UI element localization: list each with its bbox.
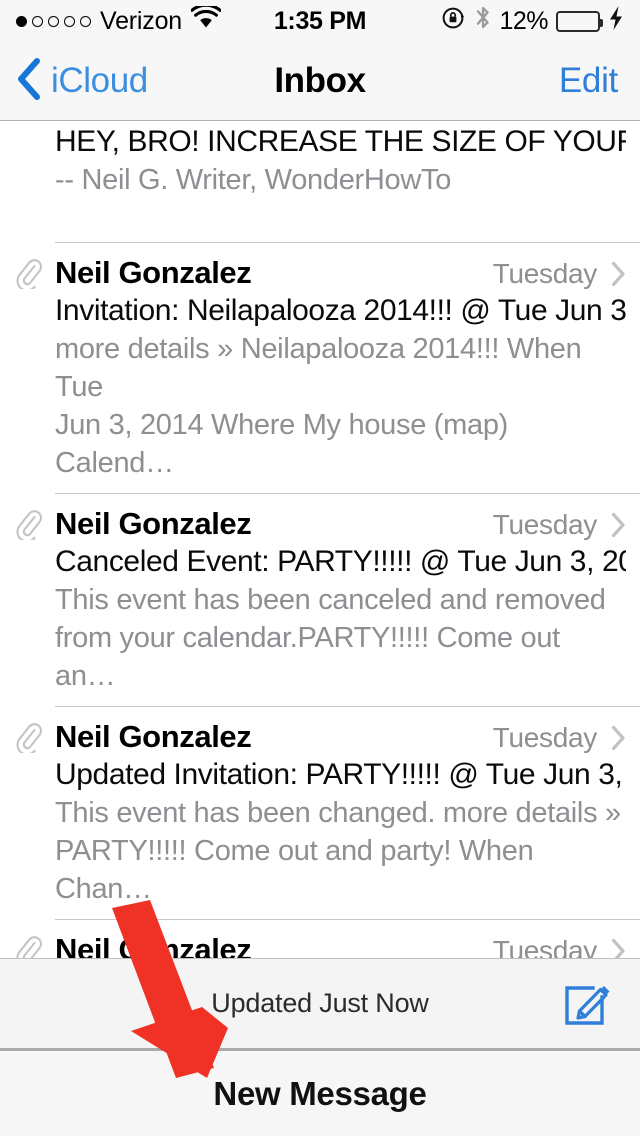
list-item[interactable]: HEY, BRO! INCREASE THE SIZE OF YOUR... -… bbox=[0, 121, 640, 243]
back-button-label: iCloud bbox=[51, 61, 148, 100]
chevron-right-icon[interactable] bbox=[611, 725, 626, 751]
bluetooth-icon bbox=[475, 4, 491, 38]
compose-icon bbox=[562, 985, 614, 1034]
mail-preview: This event has been changed. more detail… bbox=[55, 797, 621, 905]
clock-label: 1:35 PM bbox=[273, 6, 367, 35]
caption-bar: New Message bbox=[0, 1048, 640, 1136]
back-button-icloud[interactable]: iCloud bbox=[0, 57, 559, 106]
update-status-label: Updated Just Now bbox=[211, 988, 429, 1018]
iphone-screen: Verizon 1:35 PM 12% iCloud Inbox Edit HE… bbox=[0, 0, 640, 1136]
chevron-left-icon bbox=[16, 57, 42, 106]
mail-subject: Invitation: Neilapalooza 2014!!! @ Tue J… bbox=[55, 294, 626, 327]
row-header: Neil Gonzalez Tuesday bbox=[14, 494, 626, 542]
row-meta: Tuesday bbox=[493, 509, 626, 541]
battery-percent-label: 12% bbox=[499, 6, 549, 35]
row-meta: Tuesday bbox=[493, 722, 626, 754]
compose-button[interactable] bbox=[562, 978, 614, 1030]
row-meta: Tuesday bbox=[493, 258, 626, 290]
mail-date: Tuesday bbox=[492, 509, 598, 540]
paperclip-icon bbox=[16, 723, 42, 756]
mail-sender: Neil Gonzalez bbox=[55, 719, 252, 754]
paperclip-icon bbox=[16, 259, 42, 292]
mail-list[interactable]: HEY, BRO! INCREASE THE SIZE OF YOUR... -… bbox=[0, 121, 640, 958]
charging-bolt-icon bbox=[608, 5, 624, 38]
row-header: Neil Gonzalez Tuesday bbox=[14, 920, 626, 958]
chevron-right-icon[interactable] bbox=[611, 512, 626, 538]
status-bar-center: 1:35 PM bbox=[273, 6, 367, 36]
row-meta: Tuesday bbox=[493, 935, 626, 958]
list-item[interactable]: Neil Gonzalez Tuesday Canceled Event: PA… bbox=[0, 494, 640, 707]
mail-date: Tuesday bbox=[492, 722, 598, 753]
battery-icon bbox=[556, 10, 604, 32]
edit-button[interactable]: Edit bbox=[559, 61, 640, 101]
list-item[interactable]: Neil Gonzalez Tuesday Invitation: Neilap… bbox=[0, 243, 640, 494]
status-bar-left: Verizon bbox=[16, 3, 274, 36]
row-header: Neil Gonzalez Tuesday bbox=[14, 243, 626, 291]
mail-preview: -- Neil G. Writer, WonderHowTo bbox=[55, 164, 452, 196]
mail-date: Tuesday bbox=[492, 258, 598, 289]
mail-subject: HEY, BRO! INCREASE THE SIZE OF YOUR... bbox=[55, 125, 626, 158]
row-header: Neil Gonzalez Tuesday bbox=[14, 707, 626, 755]
signal-strength-icon bbox=[16, 15, 91, 27]
mail-sender: Neil Gonzalez bbox=[55, 932, 252, 958]
status-bar-right: 12% bbox=[366, 4, 624, 38]
carrier-label: Verizon bbox=[100, 6, 182, 35]
paperclip-icon bbox=[16, 936, 42, 958]
paperclip-icon bbox=[16, 510, 42, 543]
mail-sender: Neil Gonzalez bbox=[55, 255, 252, 290]
chevron-right-icon[interactable] bbox=[611, 938, 626, 958]
mail-subject: Updated Invitation: PARTY!!!!! @ Tue Jun… bbox=[55, 758, 626, 791]
chevron-right-icon[interactable] bbox=[611, 261, 626, 287]
status-bar: Verizon 1:35 PM 12% bbox=[0, 0, 640, 42]
rotation-lock-icon bbox=[441, 5, 467, 38]
mail-date: Tuesday bbox=[492, 935, 598, 958]
mail-preview: more details » Neilapalooza 2014!!! When… bbox=[55, 333, 582, 479]
wifi-icon bbox=[190, 3, 222, 36]
list-item[interactable]: Neil Gonzalez Tuesday Invitation: PARTY!… bbox=[0, 920, 640, 958]
mail-sender: Neil Gonzalez bbox=[55, 506, 252, 541]
mail-preview: This event has been canceled and removed… bbox=[55, 584, 606, 692]
caption-label: New Message bbox=[213, 1074, 427, 1112]
list-item[interactable]: Neil Gonzalez Tuesday Updated Invitation… bbox=[0, 707, 640, 920]
navigation-bar: iCloud Inbox Edit bbox=[0, 42, 640, 121]
bottom-toolbar: Updated Just Now bbox=[0, 958, 640, 1048]
mail-subject: Canceled Event: PARTY!!!!! @ Tue Jun 3, … bbox=[55, 545, 626, 578]
